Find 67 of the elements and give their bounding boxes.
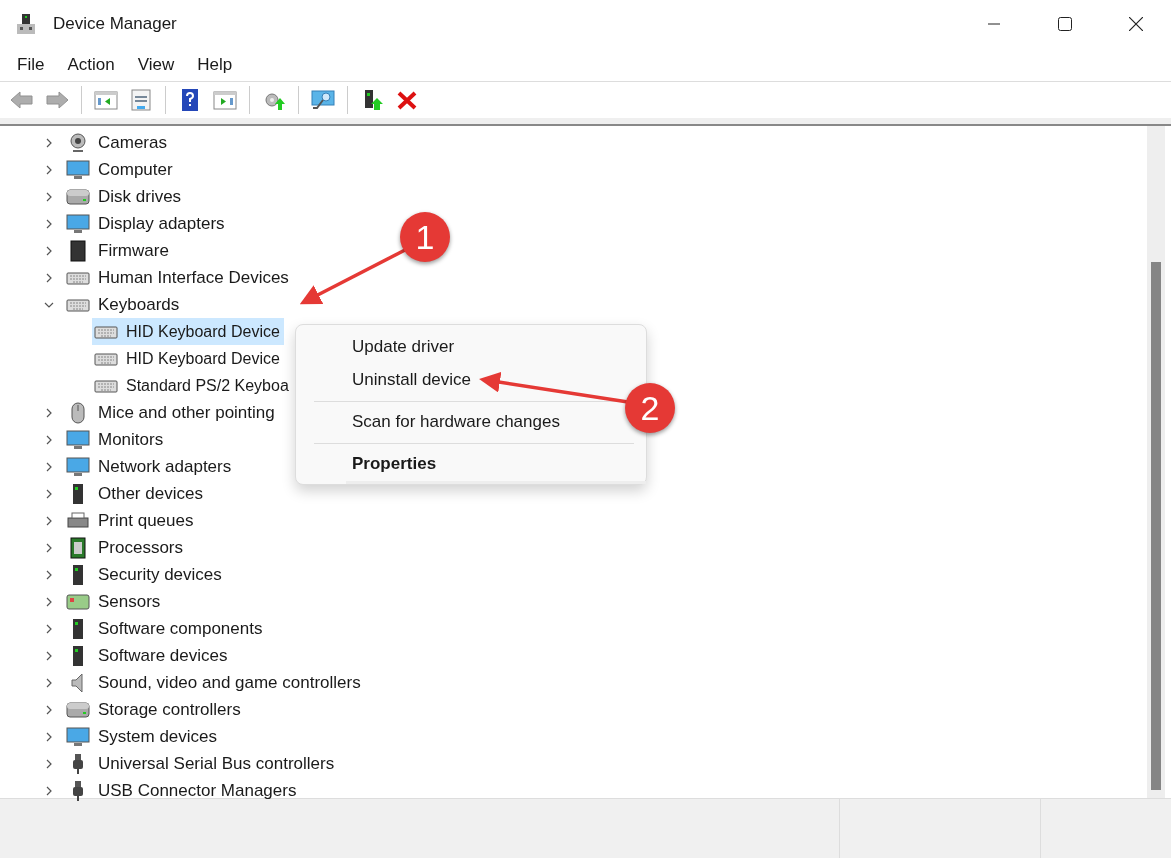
tree-item[interactable]: Print queues (98, 508, 196, 533)
monitor-icon (66, 455, 90, 478)
chevron-icon[interactable] (44, 785, 54, 796)
chevron-icon[interactable] (44, 137, 54, 148)
tree-item[interactable]: Display adapters (98, 211, 227, 236)
tree-item[interactable]: Standard PS/2 Keyboa (92, 372, 293, 399)
chevron-icon[interactable] (44, 434, 54, 445)
tree-item[interactable]: Processors (98, 535, 186, 560)
scrollbar[interactable] (1147, 126, 1165, 798)
chevron-icon[interactable] (44, 245, 54, 256)
tree-item[interactable]: Network adapters (98, 454, 234, 479)
tree-item[interactable]: Mice and other pointing (98, 400, 277, 425)
tree-item[interactable]: Sensors (98, 589, 163, 614)
chevron-icon[interactable] (44, 623, 54, 634)
context-menu-item[interactable]: Update driver (348, 331, 459, 364)
tree-item[interactable]: Disk drives (98, 184, 184, 209)
chevron-icon[interactable] (44, 704, 54, 715)
monitor-icon (66, 428, 90, 451)
chevron-icon[interactable] (44, 191, 54, 202)
chevron-icon[interactable] (44, 569, 54, 580)
context-menu-item[interactable]: Scan for hardware changes (348, 406, 564, 439)
chevron-icon[interactable] (44, 542, 54, 553)
close-icon (1128, 17, 1143, 31)
menu-item[interactable]: View (128, 51, 184, 78)
context-menu-item[interactable]: Properties (348, 448, 441, 481)
chevron-icon[interactable] (44, 407, 54, 418)
selected-tree-item[interactable]: HID Keyboard Device (92, 318, 284, 345)
chevron-icon[interactable] (44, 272, 54, 283)
tree-item[interactable]: HID Keyboard Device (92, 345, 284, 372)
chevron-icon[interactable] (44, 218, 54, 229)
tree-item[interactable]: System devices (98, 724, 220, 749)
monitor-icon (66, 212, 90, 235)
scroll-thumb[interactable] (1151, 262, 1161, 790)
tree-item[interactable]: Human Interface Devices (98, 265, 291, 290)
tree-item[interactable]: Keyboards (98, 292, 182, 317)
window-title: Device Manager (53, 14, 177, 34)
tree-item[interactable]: Sound, video and game controllers (98, 670, 363, 695)
tree-item[interactable]: Software components (98, 616, 265, 641)
chevron-icon[interactable] (44, 731, 54, 742)
menu-item[interactable]: Action (58, 51, 124, 78)
tree-item[interactable]: USB Connector Managers (98, 778, 299, 803)
chevron-icon[interactable] (44, 515, 54, 526)
maximize-icon (1057, 17, 1072, 31)
chevron-icon[interactable] (44, 650, 54, 661)
device-manager-icon (16, 13, 36, 35)
step-number-badge: 1 (400, 212, 450, 262)
tree-item[interactable]: Firmware (98, 238, 171, 263)
tree-item[interactable]: Cameras (98, 130, 169, 155)
tree-item[interactable]: Other devices (98, 481, 205, 506)
monitor-icon (66, 725, 90, 748)
context-menu-item[interactable]: Uninstall device (348, 364, 476, 397)
chevron-icon[interactable] (44, 677, 54, 688)
chevron-icon[interactable] (44, 488, 54, 499)
tree-item[interactable]: Software devices (98, 643, 230, 668)
chevron-icon[interactable] (44, 461, 54, 472)
tree-item[interactable]: Security devices (98, 562, 224, 587)
chevron-icon[interactable] (44, 164, 54, 175)
monitor-icon (66, 158, 90, 181)
chevron-icon[interactable] (44, 758, 54, 769)
tree-item[interactable]: Computer (98, 157, 175, 182)
chevron-icon[interactable] (44, 596, 54, 607)
menu-item[interactable]: File (8, 51, 54, 78)
tree-item[interactable]: Monitors (98, 427, 166, 452)
step-number-badge: 2 (625, 383, 675, 433)
tree-item[interactable]: Storage controllers (98, 697, 243, 722)
menu-item[interactable]: Help (188, 51, 242, 78)
tree-item[interactable]: Universal Serial Bus controllers (98, 751, 337, 776)
